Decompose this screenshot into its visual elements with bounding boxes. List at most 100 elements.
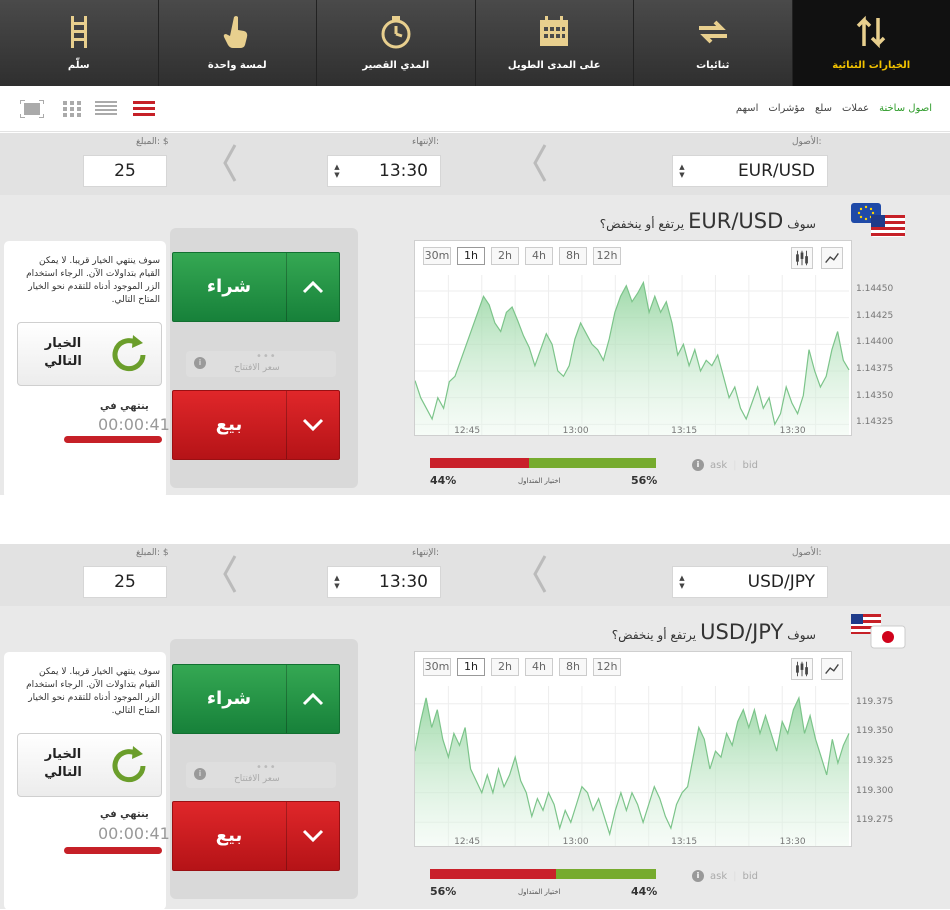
stepper-arrows-icon: ▲▼ bbox=[328, 574, 342, 590]
x-tick-label: 13:30 bbox=[780, 426, 806, 436]
asset-label: الأصول: bbox=[792, 548, 822, 558]
tab-one-touch[interactable]: لمسة واحدة bbox=[159, 0, 318, 86]
chevron-down-icon bbox=[301, 826, 325, 846]
info-icon[interactable]: i bbox=[194, 357, 206, 369]
tab-pairs[interactable]: ثنائيات bbox=[634, 0, 793, 86]
timeframe-30m[interactable]: 30m bbox=[423, 247, 451, 265]
candlestick-icon[interactable] bbox=[791, 658, 813, 680]
timeframe-2h[interactable]: 2h bbox=[491, 247, 519, 265]
sell-button[interactable]: بيع bbox=[172, 801, 340, 871]
buy-button[interactable]: شراء bbox=[172, 664, 340, 734]
filter-hot-assets[interactable]: اصول ساخنة bbox=[879, 103, 932, 114]
timeframe-8h[interactable]: 8h bbox=[559, 658, 587, 676]
expiry-label: الإنتهاء: bbox=[412, 548, 439, 558]
next-option-label: الخيار التالي bbox=[28, 746, 98, 782]
trade-panel-2: المبلغ: $ 25 الإنتهاء: ▲▼13:30 الأصول: ▲… bbox=[0, 544, 950, 909]
expiry-notice: سوف ينتهي الخيار قريبا. لا يمكن القيام ب… bbox=[16, 255, 160, 307]
line-chart-icon[interactable] bbox=[821, 247, 843, 269]
price-chart: 30m 1h 2h 4h 8h 12h 12:4513:0013:1513:30 bbox=[414, 240, 852, 436]
timeframe-4h[interactable]: 4h bbox=[525, 247, 553, 265]
stacked-view-icon[interactable] bbox=[132, 100, 156, 118]
trade-panel-1: المبلغ: $ 25 الإنتهاء: ▲▼13:30 الأصول: ▲… bbox=[0, 133, 950, 495]
line-chart-icon[interactable] bbox=[821, 658, 843, 680]
tab-label: سلّم bbox=[68, 60, 90, 71]
ask-bid: iask|bid bbox=[692, 459, 758, 471]
asset-value: EUR/USD bbox=[687, 161, 827, 181]
timeframe-1h[interactable]: 1h bbox=[457, 658, 485, 676]
question-pre: سوف bbox=[787, 217, 816, 231]
next-option-button[interactable]: الخيار التالي bbox=[17, 322, 162, 386]
tab-ladder[interactable]: سلّم bbox=[0, 0, 159, 86]
asset-select[interactable]: ▲▼USD/JPY bbox=[672, 566, 828, 598]
sell-button[interactable]: بيع bbox=[172, 390, 340, 460]
timeframe-12h[interactable]: 12h bbox=[593, 658, 621, 676]
info-icon[interactable]: i bbox=[692, 459, 704, 471]
hand-pointer-icon bbox=[219, 14, 255, 50]
filter-commodities[interactable]: سلع bbox=[815, 103, 832, 114]
expiry-select[interactable]: ▲▼13:30 bbox=[327, 566, 441, 598]
amount-field[interactable]: 25 bbox=[83, 155, 167, 187]
amount-field[interactable]: 25 bbox=[83, 566, 167, 598]
y-tick-label: 1.14400 bbox=[856, 337, 893, 347]
timeframe-4h[interactable]: 4h bbox=[525, 658, 553, 676]
sentiment-green-bar bbox=[556, 869, 656, 879]
expiry-select[interactable]: ▲▼13:30 bbox=[327, 155, 441, 187]
y-axis: 1.144501.144251.144001.143751.143501.143… bbox=[856, 240, 902, 436]
info-icon[interactable]: i bbox=[194, 768, 206, 780]
eu-us-flags-icon bbox=[849, 201, 907, 239]
chevron-up-icon bbox=[301, 277, 325, 297]
grid-view-icon[interactable] bbox=[60, 100, 84, 118]
bid-label: bid bbox=[743, 460, 758, 471]
sentiment-left-percent: 44% bbox=[430, 474, 456, 487]
buy-button[interactable]: شراء bbox=[172, 252, 340, 322]
asset-select[interactable]: ▲▼EUR/USD bbox=[672, 155, 828, 187]
bid-label: bid bbox=[743, 871, 758, 882]
selector-row: المبلغ: $ 25 الإنتهاء: ▲▼13:30 الأصول: ▲… bbox=[0, 544, 950, 606]
filter-indices[interactable]: مؤشرات bbox=[768, 103, 805, 114]
question-title: سوف EUR/USD يرتفع أو ينخفض؟ bbox=[600, 209, 816, 233]
tab-short-term[interactable]: المدي القصير bbox=[317, 0, 476, 86]
countdown-bar bbox=[64, 436, 162, 443]
question-asset: USD/JPY bbox=[700, 620, 783, 644]
candlestick-icon[interactable] bbox=[791, 247, 813, 269]
y-tick-label: 1.14350 bbox=[856, 391, 893, 401]
x-tick-label: 13:00 bbox=[563, 426, 589, 436]
us-jp-flags-icon bbox=[849, 612, 907, 650]
chevron-down-icon bbox=[301, 415, 325, 435]
timeframe-2h[interactable]: 2h bbox=[491, 658, 519, 676]
timeframe-30m[interactable]: 30m bbox=[423, 658, 451, 676]
amount-value: 25 bbox=[84, 572, 166, 592]
x-tick-label: 12:45 bbox=[454, 837, 480, 847]
y-tick-label: 1.14450 bbox=[856, 284, 893, 294]
tab-label: الخيارات الثنائية bbox=[832, 60, 910, 71]
list-view-icon[interactable] bbox=[94, 100, 118, 118]
loading-dots: ••• bbox=[256, 762, 277, 773]
refresh-icon bbox=[105, 331, 153, 379]
question-post: يرتفع أو ينخفض؟ bbox=[612, 628, 696, 642]
refresh-icon bbox=[105, 742, 153, 790]
tab-binary-options[interactable]: الخيارات الثنائية bbox=[793, 0, 950, 86]
sentiment-red-bar bbox=[430, 869, 556, 879]
filter-stocks[interactable]: اسهم bbox=[736, 103, 758, 114]
question-post: يرتفع أو ينخفض؟ bbox=[600, 217, 684, 231]
chevron-left-icon[interactable] bbox=[530, 143, 550, 183]
next-option-button[interactable]: الخيار التالي bbox=[17, 733, 162, 797]
sentiment-label: اختيار المتداول bbox=[518, 888, 561, 896]
timeframe-12h[interactable]: 12h bbox=[593, 247, 621, 265]
chevron-left-icon[interactable] bbox=[220, 143, 240, 183]
info-icon[interactable]: i bbox=[692, 870, 704, 882]
sentiment-label: اختيار المتداول bbox=[518, 477, 561, 485]
sell-label: بيع bbox=[173, 391, 285, 459]
timeframe-1h[interactable]: 1h bbox=[457, 247, 485, 265]
timeframe-8h[interactable]: 8h bbox=[559, 247, 587, 265]
price-area-chart: 12:4513:0013:1513:30 bbox=[415, 271, 851, 437]
amount-label: المبلغ: $ bbox=[136, 548, 169, 558]
chevron-left-icon[interactable] bbox=[530, 554, 550, 594]
y-tick-label: 119.350 bbox=[856, 726, 893, 736]
filter-currencies[interactable]: عملات bbox=[842, 103, 869, 114]
tab-long-term[interactable]: على المدى الطويل bbox=[476, 0, 635, 86]
open-price-label: سعر الافتتاح bbox=[234, 774, 280, 784]
chevron-left-icon[interactable] bbox=[220, 554, 240, 594]
tab-label: ثنائيات bbox=[696, 60, 729, 71]
fullscreen-view-icon[interactable] bbox=[20, 100, 44, 118]
